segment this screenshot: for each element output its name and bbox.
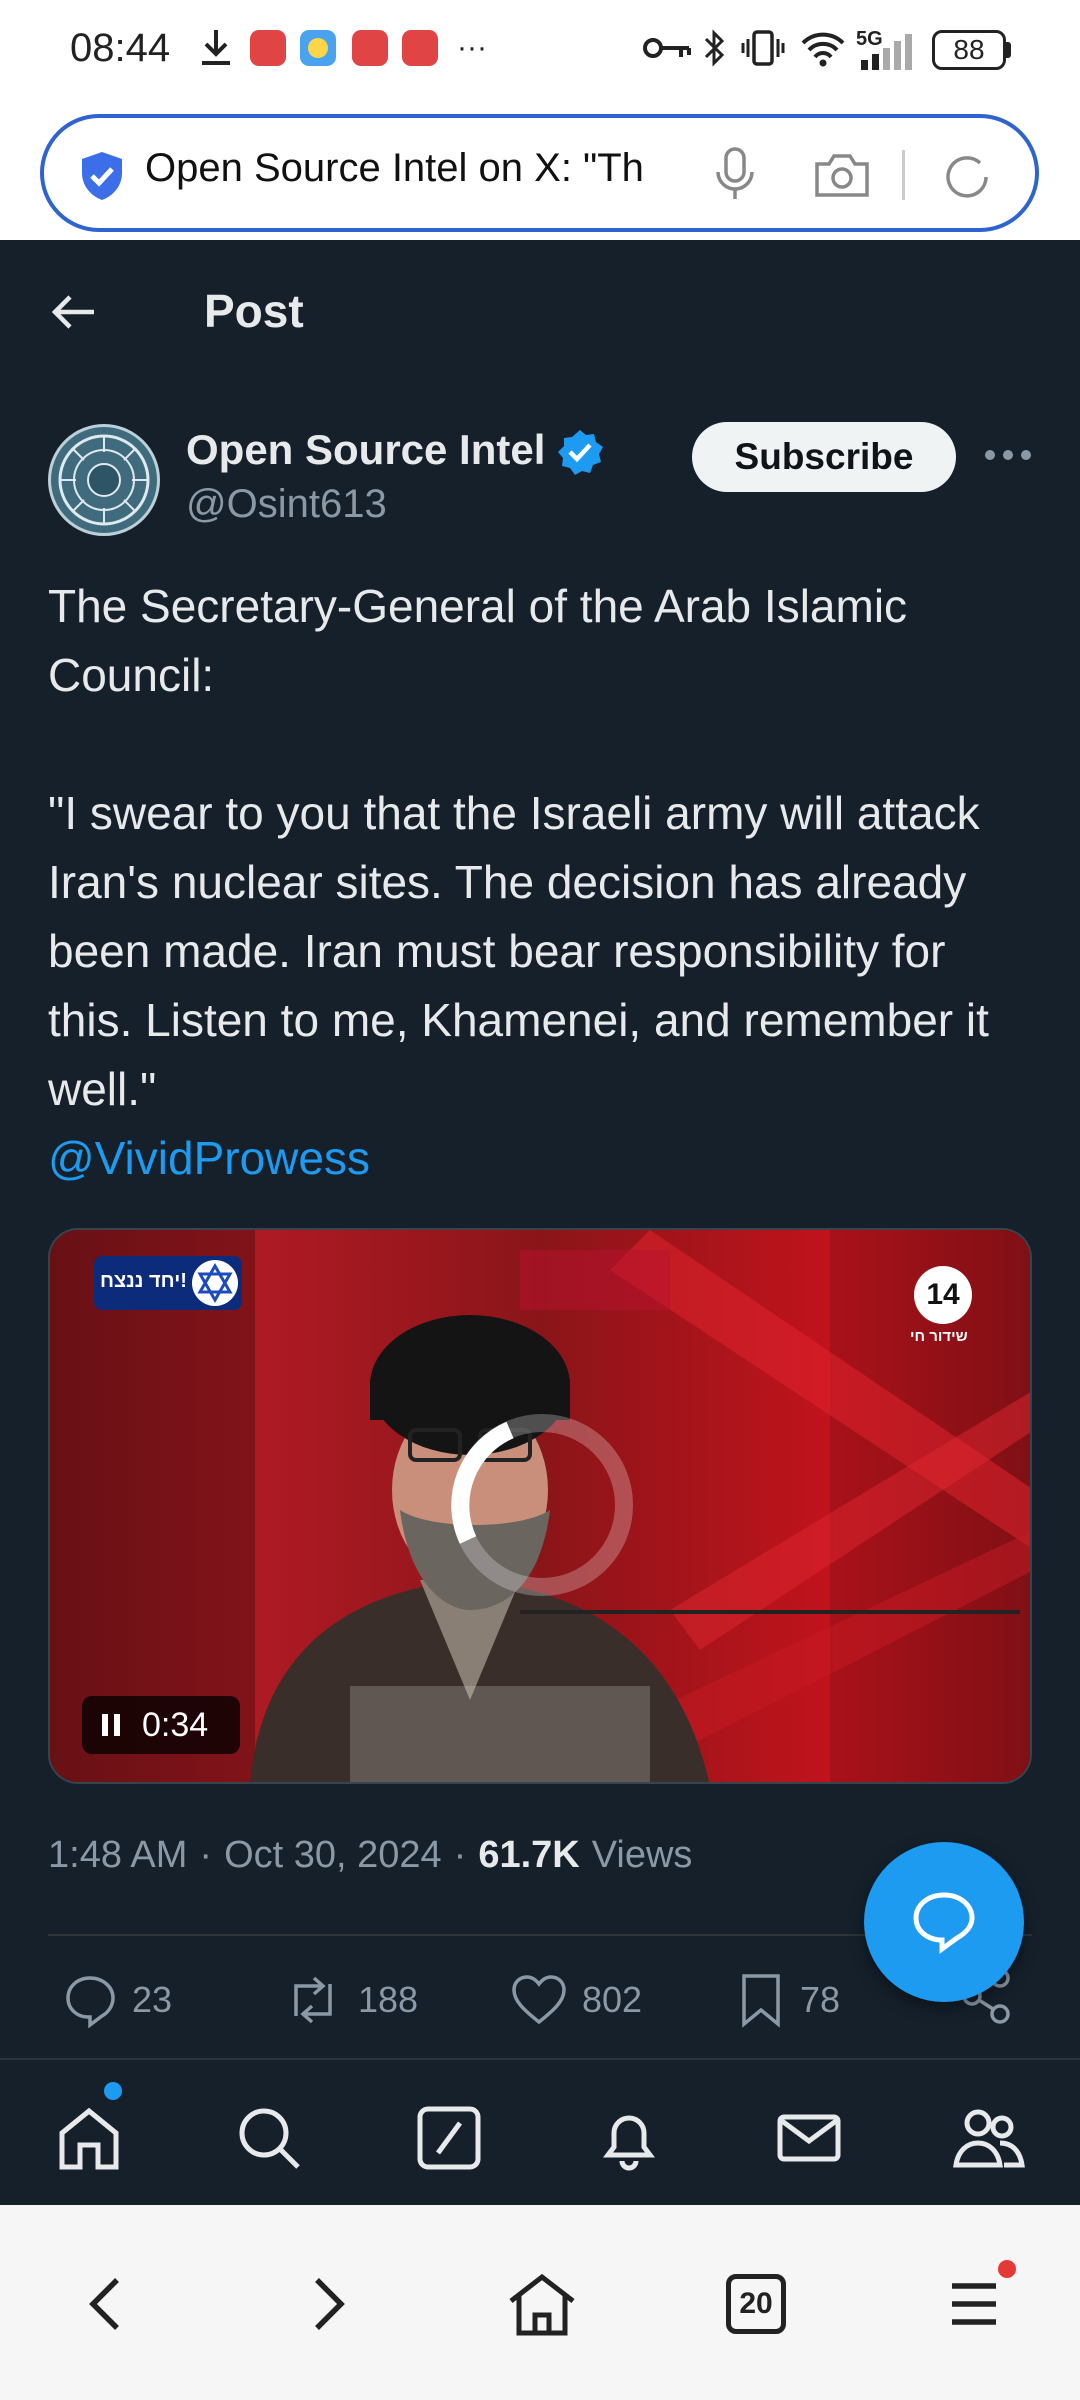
subscribe-button[interactable]: Subscribe bbox=[692, 422, 956, 492]
bookmark-count: 78 bbox=[800, 1979, 841, 2020]
nav-grok-icon[interactable] bbox=[409, 2098, 489, 2178]
app-notification-icon bbox=[248, 26, 288, 70]
channel-logo: 14 bbox=[914, 1266, 972, 1324]
status-bar: 08:44 ··· 5G 88 bbox=[0, 0, 1080, 105]
app-notification-icon bbox=[350, 26, 390, 70]
author-handle[interactable]: @Osint613 bbox=[186, 482, 387, 527]
microphone-icon[interactable] bbox=[710, 146, 760, 202]
avatar[interactable] bbox=[48, 424, 160, 536]
verified-badge-icon bbox=[556, 428, 604, 476]
views-count: 61.7K bbox=[478, 1834, 580, 1876]
meta-separator: · bbox=[453, 1834, 467, 1876]
post-meta: 1:48 AM · Oct 30, 2024 · 61.7K Views bbox=[48, 1834, 692, 1877]
nav-communities-icon[interactable] bbox=[949, 2098, 1029, 2178]
weather-icon bbox=[298, 26, 338, 70]
browser-home-icon[interactable] bbox=[502, 2264, 582, 2344]
star-of-david-icon bbox=[192, 1260, 238, 1306]
status-time: 08:44 bbox=[70, 26, 171, 70]
tweet-text: The Secretary-General of the Arab Islami… bbox=[48, 572, 1038, 1193]
meta-separator: · bbox=[199, 1834, 213, 1876]
repost-count: 188 bbox=[358, 1979, 419, 2020]
nav-home-icon[interactable] bbox=[49, 2098, 129, 2178]
like-button[interactable]: 802 bbox=[510, 1970, 642, 2030]
download-icon bbox=[196, 26, 236, 70]
tabs-button[interactable]: 20 bbox=[716, 2264, 796, 2344]
battery-indicator: 88 bbox=[932, 30, 1006, 70]
wifi-icon bbox=[798, 26, 848, 70]
more-notifications-icon: ··· bbox=[457, 31, 487, 64]
nav-messages-icon[interactable] bbox=[769, 2098, 849, 2178]
tweet-paragraph: The Secretary-General of the Arab Islami… bbox=[48, 580, 908, 701]
channel-banner: יחד ננצח! bbox=[94, 1256, 242, 1310]
bookmark-icon bbox=[742, 1974, 780, 2028]
reload-icon[interactable] bbox=[940, 150, 994, 204]
back-arrow-icon[interactable] bbox=[48, 286, 100, 338]
reply-icon bbox=[66, 1976, 115, 2028]
camera-icon[interactable] bbox=[812, 150, 872, 200]
heart-icon bbox=[512, 1975, 566, 2025]
video-time-pill[interactable]: 0:34 bbox=[82, 1696, 240, 1754]
x-bottom-nav bbox=[0, 2058, 1080, 2205]
signal-icon bbox=[858, 30, 920, 74]
repost-icon bbox=[294, 1976, 332, 2024]
reply-button[interactable]: 23 bbox=[62, 1970, 172, 2030]
channel-banner-text: יחד ננצח! bbox=[100, 1270, 187, 1292]
tweet-paragraph: "I swear to you that the Israeli army wi… bbox=[48, 787, 989, 1115]
post-time: 1:48 AM bbox=[48, 1834, 188, 1876]
more-options-icon[interactable] bbox=[982, 440, 1034, 470]
nav-notifications-icon[interactable] bbox=[589, 2098, 669, 2178]
toolbar-divider bbox=[902, 150, 905, 200]
video-time: 0:34 bbox=[142, 1705, 209, 1744]
bookmark-button[interactable]: 78 bbox=[736, 1970, 840, 2030]
pause-icon[interactable] bbox=[82, 1696, 142, 1754]
repost-button[interactable]: 188 bbox=[282, 1970, 418, 2030]
compose-reply-button[interactable] bbox=[864, 1842, 1024, 2002]
vpn-key-icon bbox=[642, 26, 694, 70]
browser-forward-icon[interactable] bbox=[288, 2264, 368, 2344]
secure-shield-icon bbox=[78, 150, 126, 202]
nav-search-icon[interactable] bbox=[229, 2098, 309, 2178]
mention-link[interactable]: @VividProwess bbox=[48, 1124, 1038, 1193]
bluetooth-icon bbox=[700, 26, 730, 70]
channel-live-label: שידור חי bbox=[910, 1328, 968, 1345]
tab-count: 20 bbox=[726, 2274, 786, 2334]
vibrate-icon bbox=[740, 26, 786, 70]
notification-dot bbox=[104, 2082, 122, 2100]
browser-back-icon[interactable] bbox=[66, 2264, 146, 2344]
battery-tip bbox=[1006, 42, 1011, 58]
video-player[interactable]: יחד ננצח! 14 שידור חי 0:34 bbox=[48, 1228, 1032, 1784]
views-label: Views bbox=[591, 1834, 693, 1876]
app-notification-icon bbox=[400, 26, 440, 70]
menu-notification-dot bbox=[998, 2260, 1016, 2278]
post-date: Oct 30, 2024 bbox=[224, 1834, 442, 1876]
reply-count: 23 bbox=[132, 1979, 173, 2020]
url-text[interactable]: Open Source Intel on X: "Th bbox=[145, 146, 685, 191]
reply-bubble-icon bbox=[913, 1892, 975, 1954]
like-count: 802 bbox=[582, 1979, 643, 2020]
page-title: Post bbox=[204, 285, 304, 337]
author-name[interactable]: Open Source Intel bbox=[186, 426, 545, 474]
